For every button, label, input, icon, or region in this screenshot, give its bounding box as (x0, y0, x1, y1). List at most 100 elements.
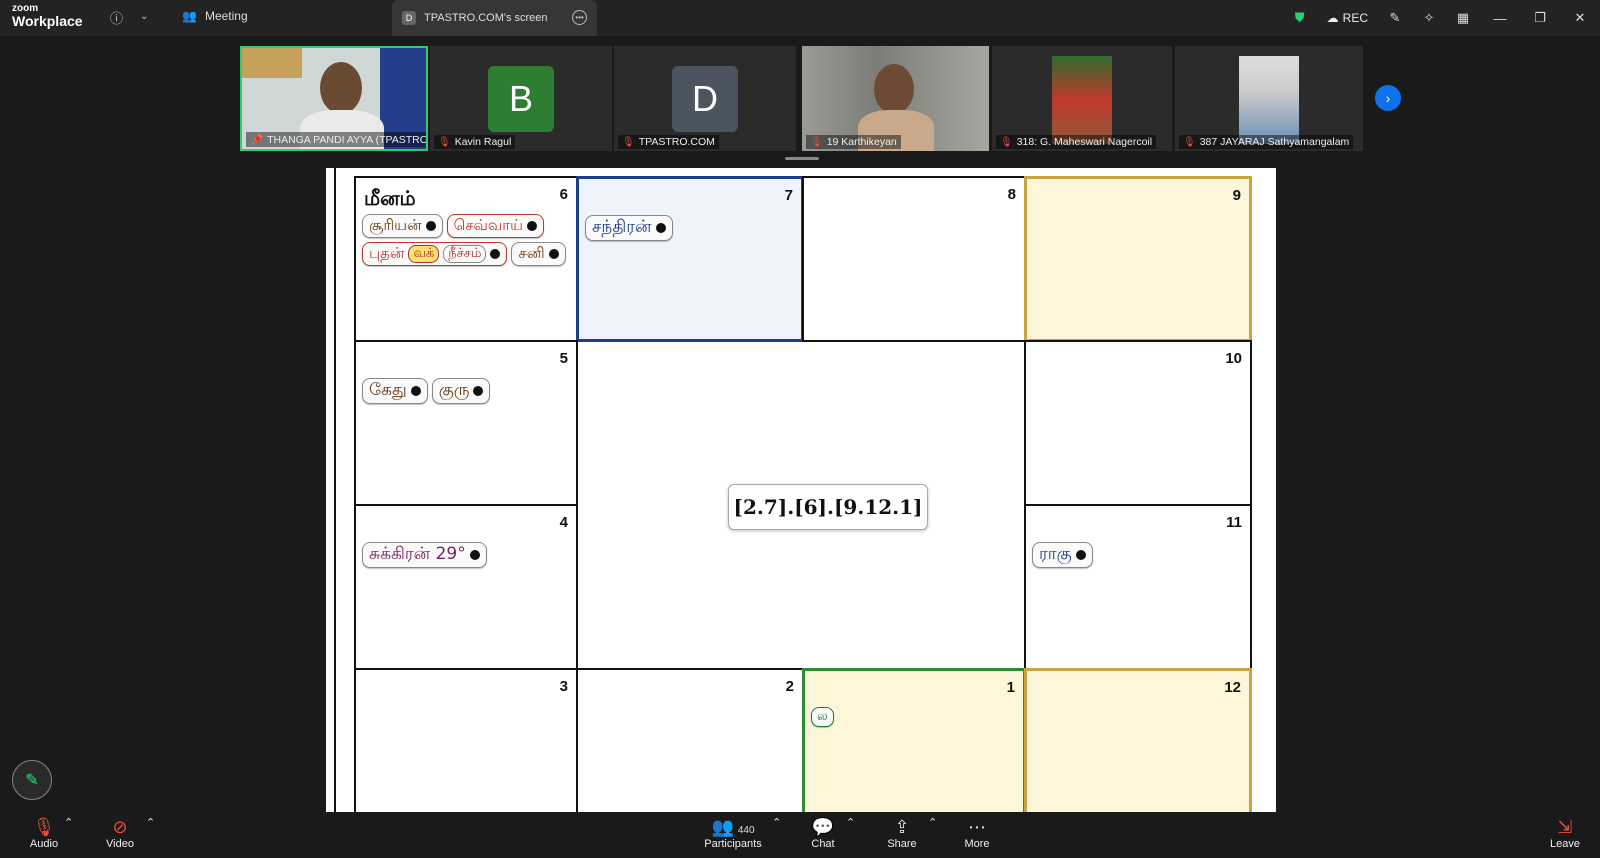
audio-button[interactable]: 🎙 Audio (26, 816, 62, 850)
close-icon[interactable]: ✕ (1560, 10, 1600, 26)
retrograde-tag: வக் (408, 245, 440, 263)
audio-options-caret[interactable]: ⌃ (64, 816, 73, 829)
chat-button[interactable]: 💬 Chat (808, 816, 838, 850)
participants-label: Participants (704, 838, 762, 850)
video-options-caret[interactable]: ⌃ (146, 816, 155, 829)
planet-pill: சூரியன் (362, 214, 443, 238)
mic-off-icon: 🎙 (1000, 136, 1013, 148)
house-10: 10 (1024, 340, 1252, 506)
video-tile[interactable]: 🎙 318: G. Maheswari Nagercoil (992, 46, 1172, 151)
planet-pill: புதன் வக் நீச்சம் (362, 242, 508, 266)
info-icon[interactable]: ⓘ (110, 8, 123, 27)
video-tile[interactable]: D 🎙 TPASTRO.COM (614, 46, 796, 151)
dot-icon (425, 221, 436, 231)
cloud-icon: ☁ (1326, 11, 1339, 25)
house-number: 1 (1006, 679, 1015, 696)
participants-options-caret[interactable]: ⌃ (772, 816, 781, 829)
pencil-icon: ✎ (25, 772, 39, 789)
dot-icon (526, 221, 537, 231)
house-number: 10 (1225, 350, 1242, 367)
video-tile[interactable]: 🎙 19 Karthikeyan (802, 46, 989, 151)
profile-photo (1052, 56, 1112, 144)
dot-icon (473, 386, 484, 396)
wall-picture (242, 48, 302, 78)
video-tile[interactable]: 📌 THANGA PANDI AYYA (TPASTRO... (240, 46, 428, 151)
chat-options-caret[interactable]: ⌃ (846, 816, 855, 829)
view-grid-icon[interactable]: ▦ (1446, 10, 1480, 26)
house-number: 7 (784, 187, 793, 204)
rec-label: REC (1342, 11, 1368, 25)
house-number: 12 (1224, 679, 1241, 696)
sparkle-icon[interactable]: ✧ (1412, 10, 1446, 26)
planet-pill: சந்திரன் (585, 215, 673, 241)
house-number: 9 (1232, 187, 1241, 204)
mic-off-icon: 🎙 (1183, 136, 1196, 148)
house-1: 1 ல (802, 668, 1026, 812)
strip-resize-handle[interactable] (785, 157, 819, 160)
chevron-down-icon[interactable]: ⌄ (140, 11, 148, 22)
planet-pill: ராகு (1032, 542, 1093, 568)
planet-list: ராகு (1032, 542, 1242, 568)
house-12: 12 (1024, 668, 1252, 812)
house-5: 5 கேது குரு (354, 340, 578, 506)
dot-icon (469, 550, 480, 560)
dot-icon (1075, 550, 1086, 560)
house-number: 4 (559, 514, 568, 531)
video-tile[interactable]: B 🎙 Kavin Ragul (430, 46, 612, 151)
planet-pill: சனி (511, 242, 566, 266)
more-button[interactable]: ⋯ More (962, 816, 992, 850)
participants-icon: 👥 440 (711, 817, 755, 837)
participant-name: 📌 THANGA PANDI AYYA (TPASTRO... (246, 132, 426, 147)
dot-icon (655, 223, 666, 233)
leave-button[interactable]: ⇲ Leave (1548, 816, 1582, 850)
share-icon: ⇪ (894, 817, 910, 837)
more-options-icon[interactable]: ••• (572, 10, 587, 25)
share-button[interactable]: ⇪ Share (886, 816, 918, 850)
rasi-name: மீனம் (364, 186, 416, 210)
planet-list: ல (811, 707, 1021, 727)
lagna-pill: ல (811, 707, 834, 727)
chevron-right-icon: › (1385, 90, 1391, 106)
participant-name: 🎙 318: G. Maheswari Nagercoil (996, 135, 1157, 149)
shared-screen[interactable]: மீனம் 6 சூரியன் செவ்வாய் புதன் வக் நீச்சம்… (326, 168, 1276, 812)
house-7: 7 சந்திரன் (576, 176, 804, 342)
shield-icon[interactable]: ⛊ (1283, 10, 1317, 26)
participant-name: 🎙 TPASTRO.COM (618, 135, 719, 149)
planet-pill: சுக்கிரன் 29° (362, 542, 487, 568)
profile-photo (1239, 56, 1299, 144)
participant-name: 🎙 Kavin Ragul (434, 135, 516, 149)
screen-share-tab[interactable]: D TPASTRO.COM's screen ••• (392, 0, 597, 36)
share-options-caret[interactable]: ⌃ (928, 816, 937, 829)
planet-list: கேது குரு (362, 378, 572, 404)
annotate-pencil-button[interactable]: ✎ (12, 760, 52, 800)
house-3: 3 (354, 668, 578, 812)
video-off-icon: ⊘ (112, 817, 128, 837)
dot-icon (410, 386, 421, 396)
screen-tab-badge: D (402, 11, 416, 25)
zoom-logo: zoom Workplace (12, 4, 83, 32)
meeting-tab[interactable]: 👥 Meeting (182, 9, 248, 23)
mic-off-icon: 🎙 (438, 136, 451, 148)
restore-icon[interactable]: ❐ (1520, 10, 1560, 26)
mic-off-icon: 🎙 (622, 136, 635, 148)
rasi-chart: மீனம் 6 சூரியன் செவ்வாய் புதன் வக் நீச்சம்… (354, 176, 1270, 812)
video-button[interactable]: ⊘ Video (102, 816, 138, 850)
participant-strip: 📌 THANGA PANDI AYYA (TPASTRO... B 🎙 Kavin … (0, 36, 1600, 154)
house-4: 4 சுக்கிரன் 29° (354, 504, 578, 670)
house-number: 6 (559, 186, 568, 203)
annotate-icon[interactable]: ✎ (1378, 10, 1412, 26)
mic-muted-icon: 🎙 (32, 817, 56, 837)
people-icon: 👥 (182, 9, 197, 23)
house-number: 2 (785, 678, 794, 695)
planet-pill: கேது (362, 378, 428, 404)
video-tile[interactable]: 🎙 387 JAYARAJ Sathyamangalam (1175, 46, 1363, 151)
house-number: 8 (1007, 186, 1016, 203)
minimize-icon[interactable]: — (1480, 11, 1520, 26)
recording-indicator[interactable]: ☁ REC (1317, 11, 1378, 25)
person-head (874, 64, 914, 114)
meeting-controls: 🎙 Audio ⌃ ⊘ Video ⌃ 👥 440 Participants ⌃ … (0, 812, 1600, 858)
next-page-button[interactable]: › (1375, 85, 1401, 111)
chat-label: Chat (811, 838, 835, 850)
participants-button[interactable]: 👥 440 Participants (700, 816, 766, 850)
more-label: More (964, 838, 990, 850)
